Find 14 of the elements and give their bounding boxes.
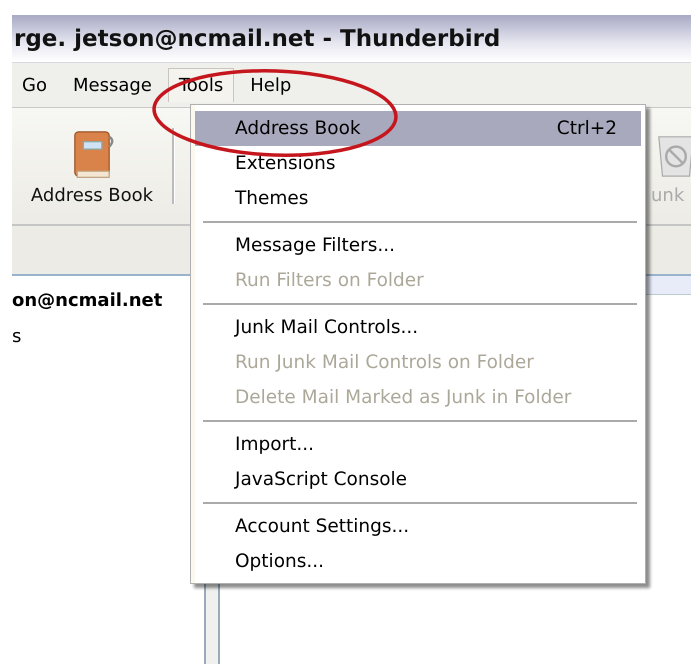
menu-item[interactable]: Address Book Ctrl+2 xyxy=(195,111,641,146)
menu-bar-item[interactable]: Go xyxy=(12,68,57,102)
menu-item[interactable]: JavaScript Console xyxy=(195,462,641,497)
window-title: rge. jetson@ncmail.net - Thunderbird xyxy=(13,26,500,52)
menu-item[interactable]: Import... xyxy=(195,427,641,462)
menu-bar-item[interactable]: Help xyxy=(240,68,302,102)
menu-bar-item[interactable]: Message xyxy=(62,68,162,102)
menu-item[interactable]: Account Settings... xyxy=(195,509,641,544)
menu-item[interactable]: Message Filters... xyxy=(195,228,641,263)
menu-item[interactable]: Extensions xyxy=(195,146,641,181)
address-book-button[interactable]: Address Book xyxy=(12,120,172,212)
menu-item[interactable]: Options... xyxy=(195,544,641,579)
menu-item[interactable]: Junk Mail Controls... xyxy=(195,310,641,345)
menu-item[interactable]: Themes xyxy=(195,181,641,216)
